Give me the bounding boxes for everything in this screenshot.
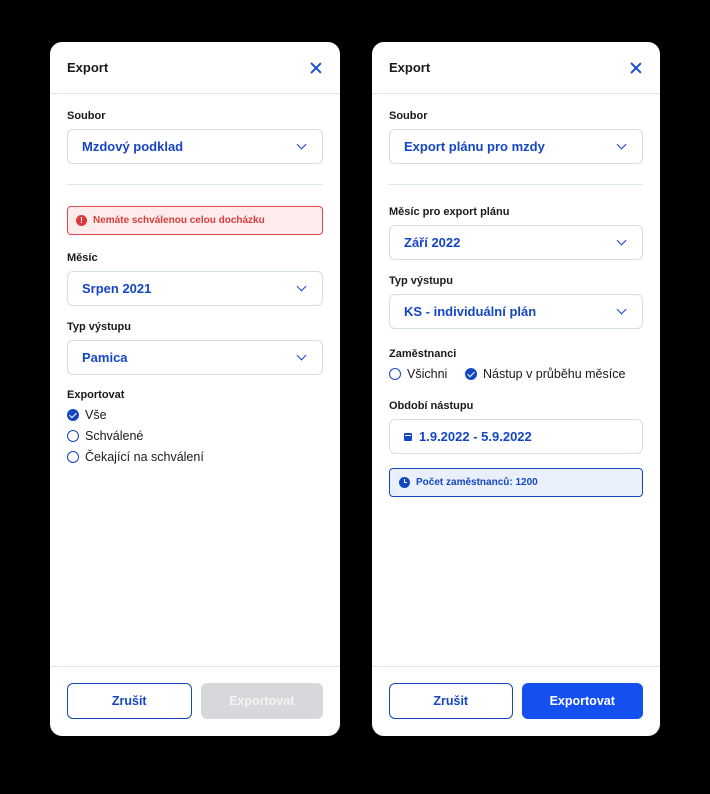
dialog-title: Export: [389, 60, 431, 75]
dialog-footer: Zrušit Exportovat: [50, 666, 340, 736]
option-vse[interactable]: Vše: [67, 408, 107, 422]
obdobi-label: Období nástupu: [389, 400, 474, 412]
calendar-icon: [404, 432, 412, 441]
mesic-select[interactable]: Srpen 2021: [67, 271, 323, 306]
alert-text: Nemáte schválenou celou docházku: [93, 215, 265, 226]
option-schvalene[interactable]: Schválené: [67, 429, 143, 443]
typ-vystupu-label: Typ výstupu: [67, 321, 131, 333]
option-vsichni[interactable]: Všichni: [389, 367, 447, 381]
mesic-value: Srpen 2021: [82, 281, 152, 296]
close-icon[interactable]: [308, 60, 324, 76]
mesic-select[interactable]: Září 2022: [389, 225, 643, 260]
typ-vystupu-label: Typ výstupu: [389, 275, 453, 287]
soubor-value: Export plánu pro mzdy: [404, 139, 545, 154]
error-alert: ! Nemáte schválenou celou docházku: [67, 206, 323, 235]
radio-icon[interactable]: [389, 368, 401, 380]
soubor-label: Soubor: [389, 110, 428, 122]
option-label: Vše: [85, 408, 107, 422]
option-label: Schválené: [85, 429, 144, 443]
date-range-input[interactable]: 1.9.2022 - 5.9.2022: [389, 419, 643, 454]
option-nastup[interactable]: Nástup v průběhu měsíce: [465, 367, 625, 381]
typ-vystupu-value: KS - individuální plán: [404, 304, 537, 319]
chevron-down-icon: [616, 235, 627, 246]
mesic-value: Září 2022: [404, 235, 461, 250]
exclamation-icon: !: [76, 215, 87, 226]
chevron-down-icon: [296, 139, 307, 150]
soubor-select[interactable]: Mzdový podklad: [67, 129, 323, 164]
date-range-value: 1.9.2022 - 5.9.2022: [419, 429, 532, 444]
radio-checked-icon[interactable]: [67, 409, 79, 421]
soubor-select[interactable]: Export plánu pro mzdy: [389, 129, 643, 164]
typ-vystupu-value: Pamica: [82, 350, 128, 365]
info-text: Počet zaměstnanců: 1200: [416, 477, 538, 488]
info-banner: Počet zaměstnanců: 1200: [389, 468, 643, 497]
soubor-value: Mzdový podklad: [82, 139, 184, 154]
radio-icon[interactable]: [67, 451, 79, 463]
soubor-label: Soubor: [67, 110, 106, 122]
option-cekajici[interactable]: Čekající na schválení: [67, 450, 204, 464]
chevron-down-icon: [616, 139, 627, 150]
clock-icon: [399, 477, 410, 488]
divider: [67, 184, 323, 185]
option-label: Čekající na schválení: [85, 450, 204, 464]
cancel-button[interactable]: Zrušit: [389, 683, 513, 719]
typ-vystupu-select[interactable]: Pamica: [67, 340, 323, 375]
radio-checked-icon[interactable]: [465, 368, 477, 380]
export-button-disabled[interactable]: Exportovat: [200, 683, 323, 719]
chevron-down-icon: [616, 304, 627, 315]
dialog-footer: Zrušit Exportovat: [372, 666, 660, 736]
radio-icon[interactable]: [67, 430, 79, 442]
close-icon[interactable]: [628, 60, 644, 76]
export-dialog-left: Export Soubor Mzdový podklad ! Nemáte sc…: [50, 42, 340, 736]
cancel-button[interactable]: Zrušit: [67, 683, 192, 719]
export-dialog-right: Export Soubor Export plánu pro mzdy Měsí…: [372, 42, 660, 736]
chevron-down-icon: [296, 281, 307, 292]
divider: [389, 184, 643, 185]
typ-vystupu-select[interactable]: KS - individuální plán: [389, 294, 643, 329]
option-label: Všichni: [407, 367, 448, 381]
mesic-label: Měsíc pro export plánu: [389, 206, 510, 218]
option-label: Nástup v průběhu měsíce: [483, 367, 626, 381]
dialog-header: Export: [372, 42, 660, 94]
export-button[interactable]: Exportovat: [521, 683, 643, 719]
dialog-header: Export: [50, 42, 340, 94]
chevron-down-icon: [296, 350, 307, 361]
mesic-label: Měsíc: [67, 252, 98, 264]
zamestnanci-label: Zaměstnanci: [389, 348, 457, 360]
dialog-title: Export: [67, 60, 109, 75]
exportovat-label: Exportovat: [67, 389, 125, 401]
